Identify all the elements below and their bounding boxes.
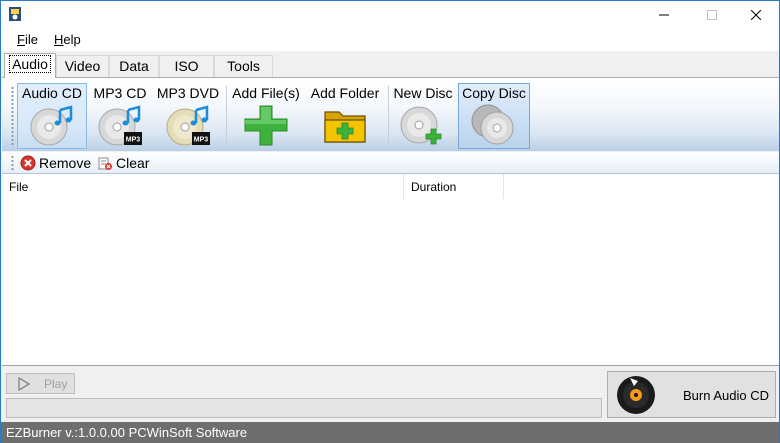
close-icon <box>751 10 761 20</box>
menu-file-accel: F <box>17 32 25 47</box>
mp3-cd-icon: MP3 <box>98 105 142 146</box>
menu-file-label: ile <box>24 32 38 47</box>
tab-data-label: Data <box>119 58 149 74</box>
remove-label: Remove <box>39 155 92 171</box>
clear-icon <box>98 157 112 170</box>
plus-icon <box>244 105 288 146</box>
copy-disc-button[interactable]: Copy Disc <box>458 83 530 149</box>
mp3-cd-badge: MP3 <box>126 137 141 144</box>
app-icon <box>9 7 21 21</box>
tab-video-label: Video <box>64 58 101 74</box>
ribbon-separator <box>226 86 227 146</box>
app-window: File Help Audio Video Data ISO Tools Aud… <box>0 0 780 443</box>
mp3-dvd-button[interactable]: MP3 DVD MP3 <box>155 83 221 149</box>
remove-icon <box>20 155 36 171</box>
burn-audio-cd-button[interactable]: Burn Audio CD <box>607 371 776 418</box>
minimize-button[interactable] <box>641 1 687 29</box>
tab-tools-label: Tools <box>227 58 260 74</box>
audio-cd-button[interactable]: Audio CD <box>17 83 87 149</box>
tab-tools[interactable]: Tools <box>214 55 273 77</box>
burn-label: Burn Audio CD <box>683 388 769 403</box>
column-duration[interactable]: Duration <box>404 174 504 199</box>
mp3-cd-button[interactable]: MP3 CD MP3 <box>90 83 150 149</box>
add-files-button[interactable]: Add File(s) <box>230 83 302 149</box>
burn-disc-icon <box>617 376 655 414</box>
new-disc-icon <box>400 106 442 145</box>
tab-iso[interactable]: ISO <box>159 55 214 77</box>
copy-disc-label: Copy Disc <box>462 85 526 101</box>
tab-video[interactable]: Video <box>56 55 109 77</box>
maximize-button[interactable] <box>689 1 735 29</box>
copy-disc-icon <box>471 104 514 145</box>
audio-cd-icon <box>30 105 73 146</box>
ribbon-toolbar: Audio CD MP3 CD MP3 MP3 DVD MP3 Add File… <box>2 77 779 151</box>
tab-audio-label: Audio <box>9 55 51 73</box>
mp3-dvd-label: MP3 DVD <box>156 85 220 101</box>
toolbar-grip[interactable] <box>11 155 14 171</box>
list-toolbar: Remove Clear <box>2 152 779 174</box>
clear-label: Clear <box>116 155 150 171</box>
toolbar-grip[interactable] <box>11 86 14 146</box>
folder-add-icon <box>324 111 366 143</box>
ribbon-separator <box>388 86 389 146</box>
add-files-label: Add File(s) <box>232 85 300 101</box>
clear-button[interactable]: Clear <box>97 154 149 172</box>
audio-cd-label: Audio CD <box>22 85 82 101</box>
new-disc-button[interactable]: New Disc <box>391 83 455 149</box>
file-list[interactable]: File Duration <box>2 174 779 366</box>
new-disc-label: New Disc <box>393 85 453 101</box>
add-folder-button[interactable]: Add Folder <box>306 83 384 149</box>
menu-bar: File Help <box>1 29 779 51</box>
tab-iso-label: ISO <box>174 58 199 74</box>
status-text: EZBurner v.:1.0.0.00 PCWinSoft Software <box>6 425 248 440</box>
play-button[interactable]: Play <box>6 373 75 394</box>
list-header: File Duration <box>2 174 779 199</box>
play-icon <box>18 376 31 391</box>
tab-audio[interactable]: Audio <box>4 53 56 78</box>
remove-button[interactable]: Remove <box>20 154 91 172</box>
burn-progress-bar <box>6 398 602 418</box>
title-bar <box>1 1 779 29</box>
close-button[interactable] <box>733 1 779 29</box>
column-file[interactable]: File <box>2 174 404 199</box>
menu-help[interactable]: Help <box>54 32 81 47</box>
maximize-icon <box>707 10 717 20</box>
menu-file[interactable]: File <box>17 32 38 47</box>
menu-help-label: elp <box>63 32 81 47</box>
play-label: Play <box>44 376 68 391</box>
minimize-icon <box>659 14 669 16</box>
menu-help-accel: H <box>54 32 64 47</box>
add-folder-label: Add Folder <box>310 85 380 101</box>
mp3-cd-label: MP3 CD <box>93 85 147 101</box>
status-bar: EZBurner v.:1.0.0.00 PCWinSoft Software <box>1 422 779 443</box>
tab-data[interactable]: Data <box>109 55 159 77</box>
tab-strip: Audio Video Data ISO Tools <box>1 51 779 78</box>
mp3-dvd-icon: MP3 <box>166 105 210 146</box>
mp3-dvd-badge: MP3 <box>194 137 209 144</box>
